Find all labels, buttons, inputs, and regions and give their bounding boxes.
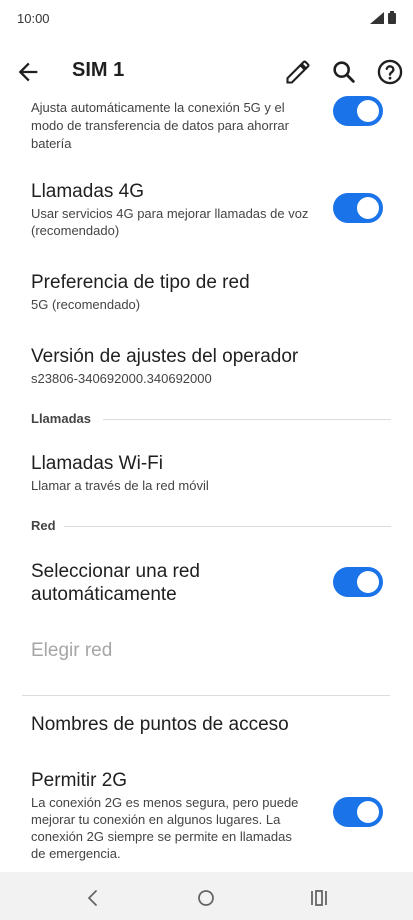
section-divider — [103, 419, 391, 420]
section-divider — [64, 526, 391, 527]
search-icon[interactable] — [330, 58, 358, 86]
section-label-calls: Llamadas — [31, 411, 91, 426]
section-label-network: Red — [31, 518, 56, 533]
signal-icon — [370, 11, 384, 24]
allow-2g-subtitle-line2: mejorar tu conexión en algunos lugares. … — [31, 812, 281, 827]
section-header-network: Red — [31, 518, 391, 534]
calls-4g-toggle[interactable] — [333, 193, 383, 223]
nav-home-icon[interactable] — [194, 886, 218, 910]
setting-apn[interactable]: Nombres de puntos de acceso — [0, 713, 413, 739]
auto-5g-subtitle-line3: batería — [31, 136, 72, 151]
help-icon[interactable] — [376, 58, 404, 86]
auto-5g-subtitle-line2: modo de transferencia de datos para ahor… — [31, 118, 289, 133]
system-navigation-bar — [0, 872, 413, 920]
choose-network-title: Elegir red — [31, 640, 113, 661]
setting-network-preference[interactable]: Preferencia de tipo de red 5G (recomenda… — [0, 271, 413, 315]
calls-4g-subtitle-line1: Usar servicios 4G para mejorar llamadas … — [31, 206, 309, 221]
allow-2g-toggle[interactable] — [333, 797, 383, 827]
setting-choose-network: Elegir red — [0, 639, 413, 665]
setting-carrier-version[interactable]: Versión de ajustes del operador s23806-3… — [0, 345, 413, 389]
allow-2g-subtitle-line3: conexión 2G siempre se permite en llamad… — [31, 829, 292, 844]
auto-network-title-line2: automáticamente — [31, 584, 177, 605]
setting-auto-network[interactable]: Seleccionar una red automáticamente — [0, 560, 413, 610]
toggle-knob — [357, 571, 379, 593]
page-title: SIM 1 — [72, 59, 125, 81]
setting-calls-4g[interactable]: Llamadas 4G Usar servicios 4G para mejor… — [0, 180, 413, 240]
wifi-calls-subtitle: Llamar a través de la red móvil — [31, 478, 209, 493]
auto-network-title-line1: Seleccionar una red — [31, 561, 200, 582]
app-bar: SIM 1 — [0, 46, 413, 98]
setting-allow-2g[interactable]: Permitir 2G La conexión 2G es menos segu… — [0, 769, 413, 861]
nav-recents-icon[interactable] — [307, 886, 331, 910]
setting-wifi-calls[interactable]: Llamadas Wi-Fi Llamar a través de la red… — [0, 452, 413, 496]
carrier-version-subtitle: s23806-340692000.340692000 — [31, 371, 212, 386]
section-header-calls: Llamadas — [31, 411, 391, 427]
status-time: 10:00 — [17, 11, 50, 26]
auto-5g-subtitle-line1: Ajusta automáticamente la conexión 5G y … — [31, 100, 285, 115]
auto-network-toggle[interactable] — [333, 567, 383, 597]
network-preference-title: Preferencia de tipo de red — [31, 272, 250, 293]
edit-pencil-icon[interactable] — [284, 58, 312, 86]
allow-2g-subtitle-line4: de emergencia. — [31, 846, 121, 861]
allow-2g-title: Permitir 2G — [31, 770, 128, 791]
toggle-knob — [357, 100, 379, 122]
battery-icon — [388, 11, 396, 24]
status-icons — [370, 11, 396, 24]
auto-5g-toggle[interactable] — [333, 96, 383, 126]
nav-back-icon[interactable] — [81, 886, 105, 910]
network-preference-subtitle: 5G (recomendado) — [31, 297, 141, 312]
apn-title: Nombres de puntos de acceso — [31, 714, 289, 735]
status-bar: 10:00 — [0, 0, 413, 36]
allow-2g-subtitle-line1: La conexión 2G es menos segura, pero pue… — [31, 795, 299, 810]
toggle-knob — [357, 197, 379, 219]
carrier-version-title: Versión de ajustes del operador — [31, 346, 299, 367]
toggle-knob — [357, 801, 379, 823]
wifi-calls-title: Llamadas Wi-Fi — [31, 453, 163, 474]
calls-4g-title: Llamadas 4G — [31, 181, 145, 202]
back-arrow-icon[interactable] — [14, 58, 42, 86]
list-divider — [22, 695, 390, 696]
setting-auto-5g[interactable]: Ajusta automáticamente la conexión 5G y … — [0, 96, 413, 156]
calls-4g-subtitle-line2: (recomendado) — [31, 223, 120, 238]
